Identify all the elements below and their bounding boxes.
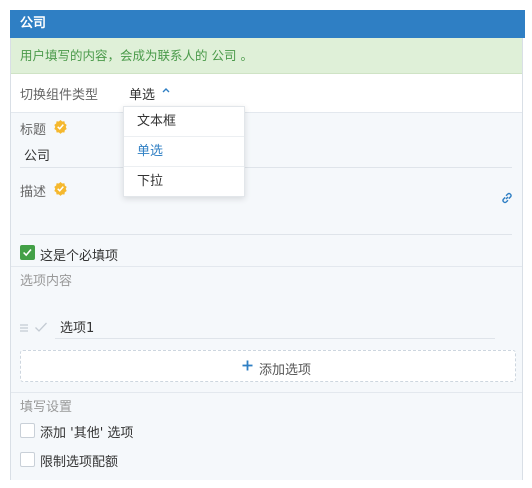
limit-option-quota-label: 限制选项配额 xyxy=(40,455,119,470)
verified-badge-icon xyxy=(54,119,67,134)
dropdown-item-select[interactable]: 下拉 xyxy=(124,167,244,197)
plus-icon xyxy=(242,360,253,371)
component-type-select[interactable]: 单选 xyxy=(129,84,155,103)
add-option-label: 添加选项 xyxy=(259,363,312,378)
drag-handle-icon[interactable] xyxy=(19,323,29,333)
add-other-option-checkbox[interactable] xyxy=(20,423,35,438)
fill-settings-label: 填写设置 xyxy=(20,400,73,415)
dropdown-item-single-choice[interactable]: 单选 xyxy=(124,137,244,167)
chevron-up-icon[interactable] xyxy=(160,84,172,96)
dropdown-item-textbox[interactable]: 文本框 xyxy=(124,107,244,137)
panel-header: 公司 xyxy=(10,10,525,38)
add-option-button[interactable]: 添加选项 xyxy=(20,350,516,382)
verified-badge-icon xyxy=(54,181,67,196)
description-label: 描述 xyxy=(20,185,47,200)
required-checkbox[interactable] xyxy=(20,245,35,260)
component-type-dropdown: 文本框 单选 下拉 xyxy=(123,106,245,197)
component-type-row: 切换组件类型 单选 xyxy=(11,74,522,112)
default-option-check-icon[interactable] xyxy=(34,321,48,333)
hint-banner: 用户填写的内容，会成为联系人的 公司 。 xyxy=(11,38,522,74)
component-type-label: 切换组件类型 xyxy=(20,88,99,103)
add-other-option-label: 添加 '其他' 选项 xyxy=(40,426,134,441)
required-label: 这是个必填项 xyxy=(40,249,119,264)
title-input[interactable] xyxy=(20,142,512,168)
options-section-label: 选项内容 xyxy=(20,274,73,289)
description-input[interactable] xyxy=(20,207,512,235)
option-input[interactable] xyxy=(55,314,495,339)
component-settings-panel: 公司 用户填写的内容，会成为联系人的 公司 。 切换组件类型 单选 标题 描述 … xyxy=(10,10,525,480)
limit-option-quota-checkbox[interactable] xyxy=(20,452,35,467)
title-label: 标题 xyxy=(20,123,47,138)
link-icon[interactable] xyxy=(500,191,514,205)
checkmark-icon xyxy=(23,248,32,257)
